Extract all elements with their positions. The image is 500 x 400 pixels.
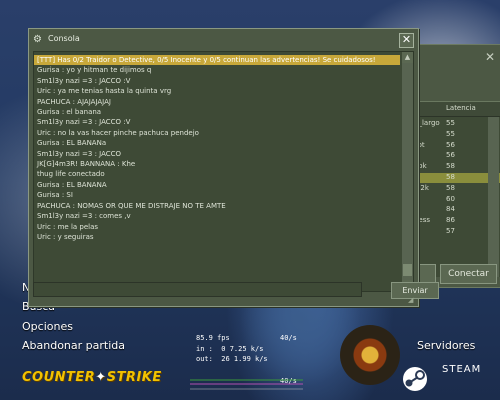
logo-counter-text: COUNTER	[22, 370, 96, 385]
console-title: Consola	[48, 34, 80, 43]
server-latency: 86	[446, 216, 455, 225]
console-line: PACHUCA : AJAJAJAJAJ	[37, 97, 111, 106]
server-browser-window: ✕ Latencia 2_largo5555sot56256ook5858ld2…	[404, 44, 500, 288]
server-row[interactable]: ook 58	[406, 162, 500, 172]
menu-item-disconnect[interactable]: Abandonar partida	[22, 339, 125, 352]
menu-item-servers[interactable]: Servidores	[417, 339, 475, 352]
server-row[interactable]: 58	[406, 173, 500, 183]
menu-item-options[interactable]: Opciones	[22, 320, 73, 333]
console-line: Gurisa : yo y hitman te dijimos q	[37, 66, 152, 75]
server-row[interactable]: 57	[406, 227, 500, 237]
console-line: Sm1l3y nazi =3 : comes ,v	[37, 212, 131, 221]
in-readout: in : 0 7.25 k/s	[196, 345, 264, 353]
server-row[interactable]: 256	[406, 151, 500, 161]
server-row[interactable]: ld2k 58	[406, 184, 500, 194]
steam-label: STEAM	[442, 364, 482, 375]
logo-strike-text: STRIKE	[106, 370, 162, 385]
console-titlebar[interactable]: ⚙ Consola ✕	[29, 29, 418, 51]
scroll-thumb[interactable]	[403, 264, 412, 276]
server-latency: 56	[446, 151, 455, 160]
server-latency: 58	[446, 173, 455, 181]
steam-small-icon: ⚙	[33, 34, 42, 45]
out-readout: out: 26 1.99 k/s	[196, 355, 268, 363]
steam-icon	[403, 367, 427, 391]
console-highlight-line: [TTT] Has 0/2 Traidor o Detective, 0/5 I…	[34, 55, 400, 66]
server-latency: 60	[446, 194, 455, 203]
server-list-scrollbar[interactable]	[488, 117, 499, 277]
console-line: PACHUCA : NOMAS OR QUE ME DISTRAJE NO TE…	[37, 201, 226, 210]
console-window: ⚙ Consola ✕ [TTT] Has 0/2 Traidor o Dete…	[28, 28, 439, 307]
server-list-header[interactable]: Latencia	[406, 101, 500, 117]
console-line: Sm1l3y nazi =3 : JACCO	[37, 149, 122, 158]
server-latency: 58	[446, 162, 455, 171]
logo-figure-icon: ✦	[95, 370, 107, 385]
console-close-button[interactable]: ✕	[399, 33, 414, 48]
latency-column-header[interactable]: Latencia	[446, 104, 476, 112]
server-row[interactable]: 2_largo 55	[406, 119, 500, 129]
console-line: thug life conectado	[37, 170, 105, 179]
rate-readout-top: 40/s	[280, 334, 297, 342]
console-line: JK[G]4m3R! BANNANA : Khe	[37, 160, 136, 169]
background-emblem	[340, 325, 400, 385]
fps-readout: 85.9 fps	[196, 334, 230, 342]
resize-grip-icon[interactable]: ◢	[408, 296, 416, 304]
console-scrollbar[interactable]: ▲ ▼	[402, 52, 413, 291]
server-row[interactable]: 60	[406, 195, 500, 205]
counter-strike-logo: COUNTER✦STRIKE	[22, 370, 162, 385]
console-line: Gurisa : EL BANANA	[37, 180, 107, 189]
console-line: Gurisa : el banana	[37, 108, 102, 117]
server-latency: 84	[446, 205, 455, 214]
connect-button[interactable]: Conectar	[440, 264, 497, 284]
console-line: Uric : me la pelas	[37, 222, 99, 231]
console-line: Gurisa : EL BANANa	[37, 139, 107, 148]
server-row[interactable]: ness 86	[406, 216, 500, 226]
console-command-input[interactable]	[33, 282, 362, 297]
server-row[interactable]: 84	[406, 205, 500, 215]
server-list[interactable]: 2_largo5555sot56256ook5858ld2k586084ness…	[406, 117, 500, 277]
console-line: Uric : no la vas hacer pinche pachuca pe…	[37, 128, 199, 137]
server-row[interactable]: 55	[406, 130, 500, 140]
net-graph-plot	[190, 379, 303, 390]
server-latency: 58	[446, 183, 455, 192]
server-latency: 57	[446, 227, 455, 235]
server-latency: 55	[446, 129, 455, 138]
scroll-up-icon[interactable]: ▲	[402, 52, 413, 63]
console-line: Uric : ya me tenias hasta la quinta vrg	[37, 87, 172, 96]
server-browser-close-icon[interactable]: ✕	[484, 51, 496, 63]
console-line: Sm1l3y nazi =3 : JACCO :V	[37, 76, 131, 85]
server-row[interactable]: sot 56	[406, 141, 500, 151]
net-graph: 85.9 fps 40/s in : 0 7.25 k/s out: 26 1.…	[190, 334, 303, 392]
console-log[interactable]: [TTT] Has 0/2 Traidor o Detective, 0/5 I…	[33, 51, 414, 292]
server-latency: 55	[446, 119, 455, 127]
server-latency: 56	[446, 140, 455, 149]
console-line: Uric : y seguiras	[37, 232, 94, 241]
console-line: Gurisa : SI	[37, 191, 73, 200]
console-log-lines: [TTT] Has 0/2 Traidor o Detective, 0/5 I…	[34, 55, 400, 242]
console-line: Sm1l3y nazi =3 : JACCO :V	[37, 118, 131, 127]
